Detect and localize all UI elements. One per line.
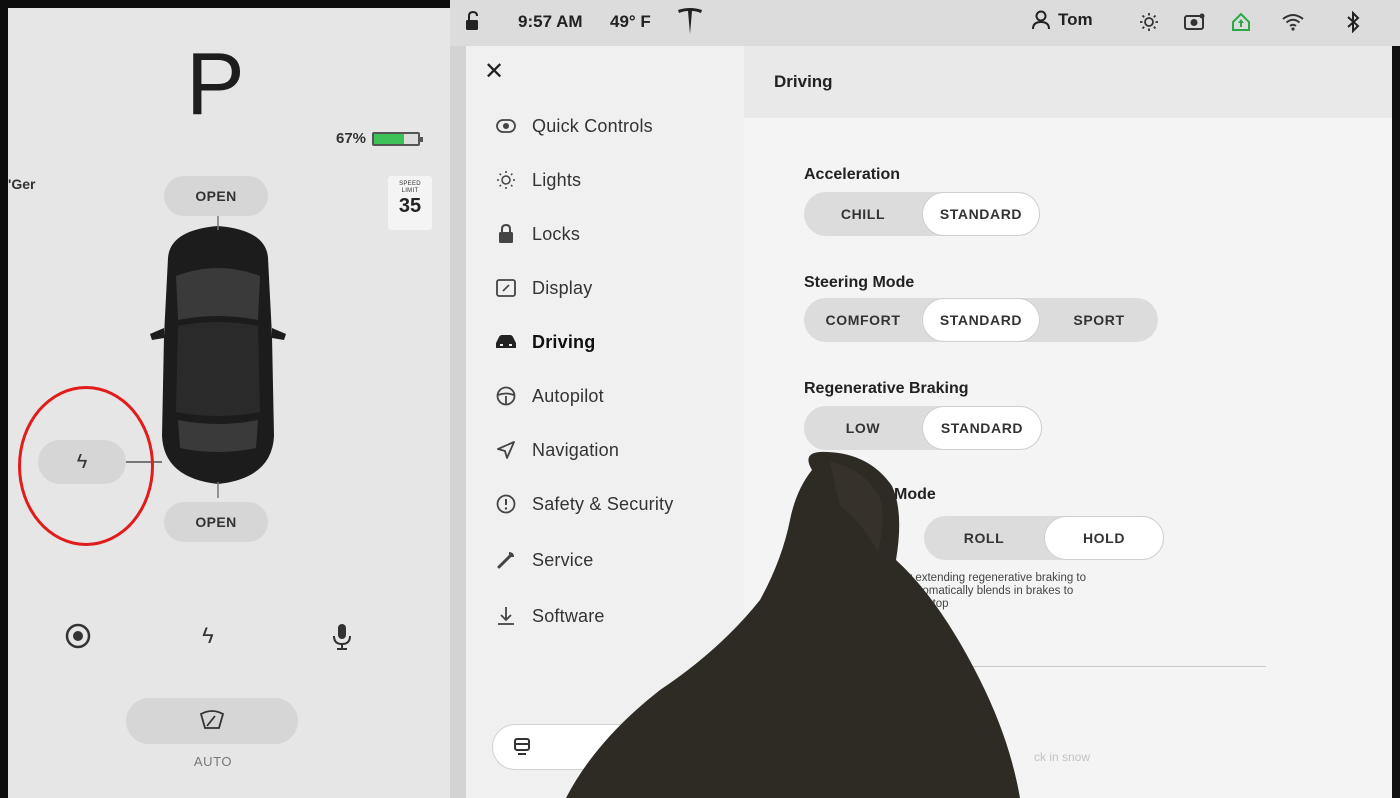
wrench-icon	[494, 550, 518, 570]
content-header: Driving	[744, 46, 1392, 118]
annotation-circle	[18, 386, 154, 546]
regen-option-low[interactable]: LOW	[804, 406, 922, 450]
steering-option-comfort[interactable]: COMFORT	[804, 298, 922, 342]
battery-indicator: 67%	[336, 130, 424, 147]
acceleration-selector: CHILL STANDARD	[804, 192, 1040, 236]
home-icon[interactable]	[1228, 10, 1254, 34]
light-bulb-icon	[494, 170, 518, 190]
status-bar: 9:57 AM 49° F Tom	[450, 0, 1400, 46]
lock-open-icon[interactable]	[464, 10, 486, 37]
speed-limit-caption: SPEED LIMIT	[399, 181, 421, 194]
speed-limit-value: 35	[398, 195, 422, 217]
battery-fill	[374, 133, 404, 144]
controls-button[interactable]	[492, 724, 642, 770]
menu-item-software[interactable]: Software	[494, 596, 605, 636]
page-title: Driving	[774, 72, 833, 91]
stopping-mode-description: ge by extending regenerative braking to …	[884, 572, 1087, 610]
alert-circle-icon	[494, 494, 518, 514]
gear-indicator: P	[186, 34, 245, 133]
user-name: Tom	[1058, 10, 1093, 29]
acceleration-option-standard[interactable]: STANDARD	[922, 192, 1040, 236]
map-background-strip	[450, 46, 466, 798]
acceleration-label: Acceleration	[804, 166, 901, 183]
navigation-street-fragment: 'Ger	[8, 176, 36, 192]
menu-item-autopilot[interactable]: Autopilot	[494, 376, 604, 416]
bluetooth-icon[interactable]	[1340, 10, 1366, 34]
lock-icon	[494, 224, 518, 244]
wiper-mode-label: AUTO	[193, 754, 233, 769]
steering-mode-label: Steering Mode	[804, 274, 915, 291]
menu-item-service[interactable]: Service	[494, 540, 593, 580]
lightning-icon[interactable]: ϟ	[190, 618, 226, 654]
user-profile-button[interactable]: Tom	[1032, 10, 1093, 30]
settings-menu: ✕ Quick Controls Lights Locks Display Dr…	[466, 46, 744, 798]
wiper-icon	[199, 710, 225, 729]
menu-item-lights[interactable]: Lights	[494, 160, 581, 200]
car-status-panel: P 67% 'Ger SPEEDLIMIT 35 OPEN ϟ OPEN ϟ	[8, 8, 450, 798]
faded-setting-text: ck in snow	[1034, 750, 1091, 764]
sun-icon[interactable]	[1136, 10, 1162, 34]
dashcam-icon[interactable]	[1182, 10, 1208, 34]
stop-option-hold[interactable]: HOLD	[1044, 516, 1164, 560]
car-top-view	[150, 216, 286, 498]
stop-option-roll[interactable]: ROLL	[924, 516, 1044, 560]
clock: 9:57 AM	[518, 12, 583, 31]
speed-limit-sign: SPEED LIMIT 35	[388, 176, 432, 230]
tesla-logo[interactable]	[676, 6, 704, 36]
steering-mode-selector: COMFORT STANDARD SPORT	[804, 298, 1158, 342]
acceleration-option-chill[interactable]: CHILL	[804, 192, 922, 236]
close-icon[interactable]: ✕	[484, 60, 504, 84]
steering-option-standard[interactable]: STANDARD	[922, 298, 1040, 342]
regen-option-standard[interactable]: STANDARD	[922, 406, 1042, 450]
regenerative-braking-label: Regenerative Braking	[804, 380, 969, 397]
navigation-arrow-icon	[494, 441, 518, 459]
section-divider	[804, 666, 1266, 667]
car-icon	[494, 334, 518, 350]
steering-wheel-icon	[494, 386, 518, 406]
driving-settings-panel: Driving Acceleration CHILL STANDARD Stee…	[744, 46, 1400, 798]
camera-icon[interactable]	[60, 618, 96, 654]
frunk-open-button[interactable]: OPEN	[164, 176, 268, 216]
wifi-icon[interactable]	[1280, 10, 1306, 34]
menu-item-locks[interactable]: Locks	[494, 214, 580, 254]
regenerative-braking-selector: LOW STANDARD	[804, 406, 1042, 450]
display-icon	[494, 279, 518, 297]
wiper-button[interactable]	[126, 698, 298, 744]
menu-item-driving[interactable]: Driving	[494, 322, 595, 362]
menu-item-quick-controls[interactable]: Quick Controls	[494, 106, 653, 146]
steering-option-sport[interactable]: SPORT	[1040, 298, 1158, 342]
battery-percent: 67%	[336, 130, 367, 147]
menu-item-safety-security[interactable]: Safety & Security	[494, 484, 673, 524]
stopping-mode-selector: ROLL HOLD	[924, 516, 1164, 560]
toggle-icon	[494, 119, 518, 133]
user-icon	[1032, 10, 1050, 30]
controls-icon	[514, 738, 530, 755]
stopping-mode-label: Mode	[894, 486, 936, 503]
download-icon	[494, 606, 518, 626]
outside-temperature: 49° F	[610, 12, 651, 31]
battery-icon	[372, 131, 424, 146]
trunk-open-button[interactable]: OPEN	[164, 502, 268, 542]
menu-item-navigation[interactable]: Navigation	[494, 430, 619, 470]
microphone-icon[interactable]	[324, 618, 360, 654]
menu-item-display[interactable]: Display	[494, 268, 592, 308]
